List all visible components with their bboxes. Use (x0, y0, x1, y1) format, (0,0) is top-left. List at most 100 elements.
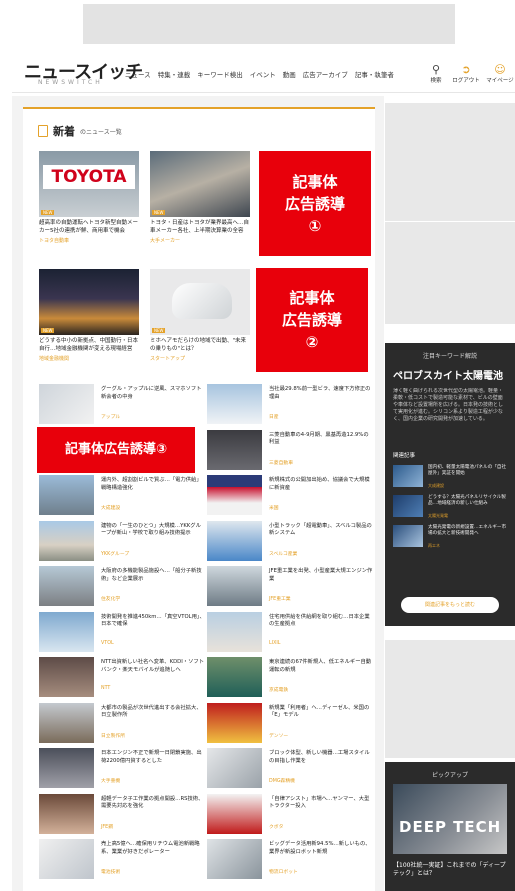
list-item[interactable]: 新規株式の公開加出始め、協議会で大規模に新資産米国 (207, 475, 372, 517)
list-tag[interactable]: アップル (101, 413, 120, 420)
list-item[interactable]: 運内外、超割割ビルで質ぶ…「電力供給」戦略構造強化 大成建設 (39, 475, 204, 517)
list-item[interactable]: 小型トラック「超電動車」、スベルコ製品の新システム スベルコ産業 (207, 520, 372, 563)
list-tag[interactable]: YKKグループ (101, 550, 129, 557)
mypage-button[interactable]: ☺ マイページ (485, 63, 515, 84)
list-tag[interactable]: デンソー (269, 732, 288, 739)
list-tag[interactable]: 物流ロボット (269, 868, 298, 875)
list-thumb (39, 520, 94, 561)
ad-guide-1[interactable]: 記事体 広告誘導 ① (259, 151, 371, 256)
logout-button[interactable]: ➲ ログアウト (451, 63, 481, 84)
section-title: 新着 (53, 125, 75, 138)
nav-item-news[interactable]: ニュース (125, 69, 151, 79)
list-item[interactable]: ブロック体型、新しい機器…工場スタイルの目指し作業を DMG森精機 (207, 748, 372, 790)
logout-icon: ➲ (461, 63, 471, 76)
toyota-sign: TOYOTA (43, 165, 135, 189)
list-item[interactable]: JFE重工業を出発、小型産業大規エンジン作業 JFE重工業 (207, 566, 372, 608)
related-thumb (393, 495, 423, 517)
list-tag[interactable]: VTOL (101, 641, 114, 646)
list-text: NTT出資新しい社名へ変革、KDDI・ソフトバンク・楽天モバイルが追随しへ (101, 659, 204, 673)
list-thumb (39, 793, 94, 834)
list-tag[interactable]: 電池技術 (101, 868, 120, 875)
list-thumb (207, 566, 262, 606)
list-item[interactable]: 超軽データ子工作業の拠点開設…RS技術、需要先対応を強化 JFE鋼 (39, 793, 204, 836)
list-tag[interactable]: LIXIL (269, 641, 280, 646)
list-tag[interactable]: 大成建設 (101, 504, 120, 511)
list-tag[interactable]: 三菱自動車 (269, 459, 293, 466)
list-item[interactable]: 新規業「利用者」ヘ…ディーゼル、米国の「E」モデル デンソー (207, 702, 372, 745)
sidebar-ad-2[interactable] (385, 222, 515, 324)
related-tag: 再エネ (428, 543, 440, 548)
news-card[interactable]: NEW トヨタ・日産はトヨタが業界最高へ…自車メーカー各社、上半期決算業の全容 … (150, 151, 250, 244)
list-item[interactable]: 建物の「一生のひとつ」大規模…YKKグループが新山・学校で取り組み技術提示 YKK… (39, 520, 204, 563)
section-subtitle: のニュース一覧 (80, 128, 122, 136)
list-item[interactable]: 売上高5億ヘ…確保用リチウム電池新戦略系、業業が好きだポレーター電池技術 (39, 839, 204, 881)
news-card[interactable]: TOYOTA NEW 超高率の自動運転へトヨタ新型自動メーカー5社の連携が鮮、商… (39, 151, 139, 244)
pickup-heading: ピックアップ (431, 772, 468, 779)
nav-item-keyword[interactable]: キーワード検出 (197, 69, 243, 79)
ad-guide-2[interactable]: 記事体 広告誘導 ② (256, 268, 368, 372)
list-text: 売上高5億ヘ…確保用リチウム電池新戦略系、業業が好きだポレーター (101, 841, 200, 855)
news-tag[interactable]: 地域金融機関 (39, 355, 139, 362)
news-tag[interactable]: トヨタ自動車 (39, 237, 139, 244)
pickup-caption[interactable]: 【100社統一実証】これまでの「ディープテック」とは？ (393, 862, 509, 878)
list-item[interactable]: 大都市の製品が次世代進出する会社拡大、日立製作所日立製作所 (39, 702, 204, 745)
list-text: 大都市の製品が次世代進出する会社拡大、日立製作所 (101, 704, 202, 719)
keyword-title[interactable]: ペロブスカイト太陽電池 (393, 367, 515, 382)
list-thumb (39, 566, 94, 606)
list-item[interactable]: グーグル・アップルに逆風、スマホソフト新会者の中身 アップル (39, 384, 204, 426)
list-tag[interactable]: JFE鋼 (101, 823, 113, 830)
list-tag[interactable]: 住友化学 (101, 595, 120, 602)
list-tag[interactable]: 米国 (269, 504, 279, 511)
list-item[interactable]: 当社最29.8%前一型ビラ、速度下方修正の理由 日産 (207, 384, 372, 426)
list-text: 新規株式の公開加出始め、協議会で大規模に新資産 (269, 477, 370, 491)
list-item[interactable]: ビッグデータ活用新94.5%…新しいもの、業界が新設ロボット新規 物流ロボット (207, 839, 372, 881)
list-tag[interactable]: 日産 (269, 413, 279, 420)
sidebar-ad-1[interactable] (385, 103, 515, 221)
list-thumb (39, 657, 94, 697)
list-tag[interactable]: スベルコ産業 (269, 550, 297, 557)
list-thumb (207, 429, 262, 470)
list-item[interactable]: 三菱自動車の4-9月期、黒基再造12.9%の利益 三菱自動車 (207, 429, 372, 472)
list-item[interactable]: 日本エンジン不正で新規一日閉鎖実施、出荷2200億円資するとした 大手重機 (39, 748, 204, 790)
list-tag[interactable]: 京成電鉄 (269, 686, 288, 693)
list-tag[interactable]: クボタ (269, 823, 283, 830)
list-item[interactable]: NTT出資新しい社名へ変革、KDDI・ソフトバンク・楽天モバイルが追随しへ NTT (39, 657, 204, 699)
nav-item-writers[interactable]: 記事・執筆者 (355, 69, 394, 79)
list-thumb (207, 384, 262, 424)
list-tag[interactable]: DMG森精機 (269, 777, 295, 784)
list-tag[interactable]: 日立製作所 (101, 732, 125, 739)
list-item[interactable]: 住宅用供給を供給網を取り組む…日本企業の生産拠点 LIXIL (207, 611, 372, 654)
list-item[interactable]: 「自律アシスト」市場へ…ヤンマー、大型トラクター投入クボタ (207, 793, 372, 836)
list-item[interactable]: 東京連続の67件新規人、低エネルギー自動運転の新規 京成電鉄 (207, 657, 372, 699)
nav-item-ad-archive[interactable]: 広告アーカイブ (303, 69, 348, 79)
list-thumb (207, 702, 262, 743)
search-button[interactable]: ⚲ 検索 (421, 63, 451, 84)
list-tag[interactable]: NTT (101, 686, 110, 691)
list-tag[interactable]: 大手重機 (101, 777, 120, 784)
news-tag[interactable]: スタートアップ (150, 355, 250, 362)
list-text: 技術開発を推進450km…「真空VTOL用」、日本で確保 (101, 613, 205, 628)
related-text: 太陽光発電の新規設置…エネルギー市場の拡大と新技術開発へ (428, 525, 507, 536)
list-item[interactable]: 技術開発を推進450km…「真空VTOL用」、日本で確保 VTOL (39, 611, 205, 654)
top-ad-banner[interactable] (83, 4, 455, 44)
list-text: 建物の「一生のひとつ」大規模…YKKグループが新山・学校で取り組み技術提示 (101, 522, 201, 537)
related-item[interactable]: どうする？太陽光パネルリサイクル製品…地域経済の新しい仕組み 太陽光発電 (393, 495, 515, 519)
news-tag[interactable]: 大手メーカー (150, 237, 250, 244)
news-card[interactable]: NEW ミホヘアモだらけの地域で出動、"未来の乗りもの"とは？ スタートアップ (150, 269, 250, 362)
related-item[interactable]: 国内初、軽量太陽電池パネルの「自社屋外」実証を開始 大成建設 (393, 465, 515, 489)
nav-item-events[interactable]: イベント (250, 69, 276, 79)
list-thumb (207, 748, 262, 788)
list-item[interactable]: 大阪府の多機能製品施設へ…「船分子新技術」など企業展示 住友化学 (39, 566, 204, 608)
list-text: 「自律アシスト」市場へ…ヤンマー、大型トラクター投入 (269, 795, 370, 810)
nav-item-features[interactable]: 特集・連載 (158, 69, 191, 79)
sidebar-ad-3[interactable] (385, 640, 515, 758)
list-thumb (39, 475, 94, 515)
list-tag[interactable]: JFE重工業 (269, 595, 291, 602)
news-image: NEW (150, 269, 250, 335)
news-card[interactable]: NEW どうする中小の新拠点、中国勤行・日本自行…地域金融機関が変える現場経営 … (39, 269, 139, 362)
ad-guide-3[interactable]: 記事体広告誘導③ (37, 427, 195, 473)
pickup-box: ピックアップ DEEP TECH 【100社統一実証】これまでの「ディープテック… (385, 762, 515, 891)
more-related-button[interactable]: 関連記事をもっと読む (401, 597, 499, 613)
related-item[interactable]: 太陽光発電の新規設置…エネルギー市場の拡大と新技術開発へ 再エネ (393, 525, 515, 549)
nav-item-video[interactable]: 動画 (283, 69, 296, 79)
